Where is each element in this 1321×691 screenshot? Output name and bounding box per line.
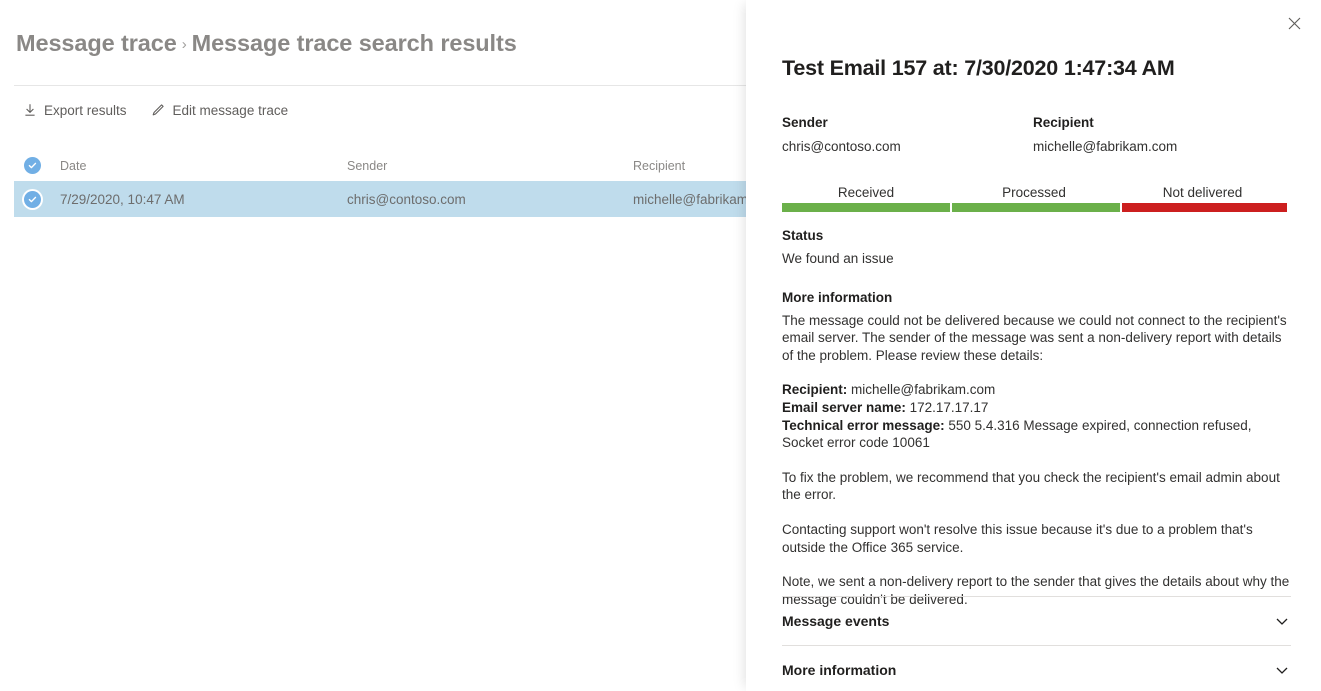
close-icon	[1288, 17, 1301, 33]
progress-bar-not-delivered	[1122, 203, 1287, 212]
error-details: Recipient: michelle@fabrikam.com Email s…	[782, 381, 1291, 451]
export-results-label: Export results	[44, 103, 127, 118]
sender-recipient-row: Sender chris@contoso.com Recipient miche…	[782, 115, 1292, 154]
panel-body: Status We found an issue More informatio…	[782, 228, 1291, 608]
error-detail-technical: Technical error message: 550 5.4.316 Mes…	[782, 417, 1291, 452]
more-information-heading: More information	[782, 290, 1291, 305]
error-detail-server: Email server name: 172.17.17.17	[782, 399, 1291, 417]
panel-title: Test Email 157 at: 7/30/2020 1:47:34 AM	[782, 56, 1175, 81]
error-detail-server-value: 172.17.17.17	[910, 400, 989, 415]
close-button[interactable]	[1279, 10, 1309, 40]
breadcrumb-current: Message trace search results	[192, 30, 517, 56]
edit-message-trace-label: Edit message trace	[173, 103, 289, 118]
chevron-down-icon	[1273, 661, 1291, 679]
column-header-date[interactable]: Date	[59, 159, 347, 173]
more-information-paragraph-3: Contacting support won't resolve this is…	[782, 521, 1291, 556]
edit-message-trace-button[interactable]: Edit message trace	[149, 101, 291, 120]
status-value: We found an issue	[782, 250, 1291, 268]
sender-label: Sender	[782, 115, 1033, 130]
pencil-icon	[151, 103, 166, 118]
progress-label-processed: Processed	[950, 185, 1118, 200]
check-circle-icon	[24, 191, 41, 208]
recipient-label: Recipient	[1033, 115, 1292, 130]
more-information-paragraph-2: To fix the problem, we recommend that yo…	[782, 469, 1291, 504]
check-circle-icon	[24, 157, 41, 174]
status-heading: Status	[782, 228, 1291, 243]
export-results-button[interactable]: Export results	[20, 101, 129, 120]
accordion-message-events-label: Message events	[782, 613, 889, 629]
column-header-sender[interactable]: Sender	[347, 159, 633, 173]
recipient-block: Recipient michelle@fabrikam.com	[1033, 115, 1292, 154]
breadcrumb: Message trace›Message trace search resul…	[16, 30, 517, 57]
command-bar: Export results Edit message trace	[20, 98, 290, 122]
breadcrumb-parent-link[interactable]: Message trace	[16, 30, 177, 56]
accordion-more-information[interactable]: More information	[782, 645, 1291, 691]
delivery-progress-labels: Received Processed Not delivered	[782, 185, 1287, 200]
row-checkbox[interactable]	[14, 191, 59, 208]
progress-label-not-delivered: Not delivered	[1118, 185, 1287, 200]
cell-sender: chris@contoso.com	[347, 192, 633, 207]
message-detail-panel: Test Email 157 at: 7/30/2020 1:47:34 AM …	[746, 0, 1321, 691]
error-detail-technical-label: Technical error message:	[782, 418, 945, 433]
breadcrumb-separator-icon: ›	[177, 36, 192, 53]
delivery-progress-bars	[782, 203, 1287, 212]
progress-label-received: Received	[782, 185, 950, 200]
more-information-paragraph-1: The message could not be delivered becau…	[782, 312, 1291, 365]
error-detail-server-label: Email server name:	[782, 400, 906, 415]
cell-date: 7/29/2020, 10:47 AM	[59, 192, 347, 207]
error-detail-recipient-label: Recipient:	[782, 382, 847, 397]
sender-block: Sender chris@contoso.com	[782, 115, 1033, 154]
select-all-checkbox[interactable]	[14, 157, 59, 174]
accordion-list: Message events More information	[782, 596, 1291, 691]
accordion-more-information-label: More information	[782, 662, 896, 678]
recipient-value: michelle@fabrikam.com	[1033, 139, 1292, 154]
progress-bar-received	[782, 203, 950, 212]
download-icon	[22, 103, 37, 118]
error-detail-recipient-value: michelle@fabrikam.com	[851, 382, 995, 397]
accordion-message-events[interactable]: Message events	[782, 596, 1291, 645]
chevron-down-icon	[1273, 612, 1291, 630]
delivery-progress: Received Processed Not delivered	[782, 185, 1287, 212]
progress-bar-processed	[952, 203, 1120, 212]
error-detail-recipient: Recipient: michelle@fabrikam.com	[782, 381, 1291, 399]
sender-value: chris@contoso.com	[782, 139, 1033, 154]
